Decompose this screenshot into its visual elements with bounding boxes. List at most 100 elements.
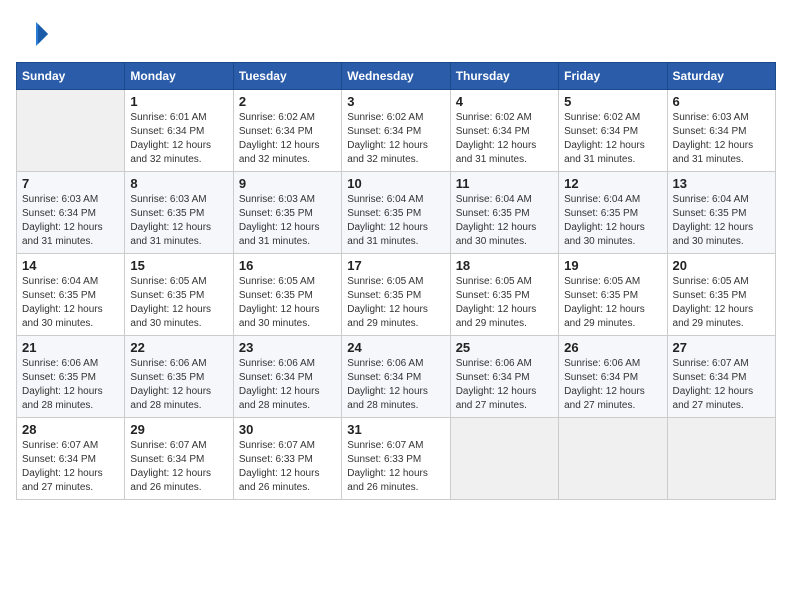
calendar-cell: 9Sunrise: 6:03 AM Sunset: 6:35 PM Daylig… xyxy=(233,172,341,254)
calendar-cell: 30 Sunrise: 6:07 AM Sunset: 6:33 PM Dayli… xyxy=(233,418,341,500)
calendar-cell: 10Sunrise: 6:04 AM Sunset: 6:35 PM Dayli… xyxy=(342,172,450,254)
day-number: 7 xyxy=(22,176,119,191)
day-number: 24 xyxy=(347,340,444,355)
calendar-cell: 8Sunrise: 6:03 AM Sunset: 6:35 PM Daylig… xyxy=(125,172,233,254)
day-info: Sunrise: 6:06 AM Sunset: 6:34 PM Dayligh… xyxy=(564,357,661,413)
day-info: Sunrise: 6:06 AM Sunset: 6:35 PM Dayligh… xyxy=(130,357,227,413)
logo-icon xyxy=(16,16,52,52)
day-info: Sunrise: 6:07 AM Sunset: 6:33 PM Dayligh… xyxy=(239,439,336,495)
day-number: 3 xyxy=(347,94,444,109)
calendar-week-5: 28 Sunrise: 6:07 AM Sunset: 6:34 PM Dayli… xyxy=(17,418,776,500)
day-number: 30 xyxy=(239,422,336,437)
calendar-cell: 21 Sunrise: 6:06 AM Sunset: 6:35 PM Dayli… xyxy=(17,336,125,418)
calendar-cell: 11 Sunrise: 6:04 AM Sunset: 6:35 PM Dayli… xyxy=(450,172,558,254)
day-number: 6 xyxy=(673,94,770,109)
calendar-cell: 6 Sunrise: 6:03 AM Sunset: 6:34 PM Daylig… xyxy=(667,90,775,172)
day-info: Sunrise: 6:02 AM Sunset: 6:34 PM Dayligh… xyxy=(564,111,661,167)
calendar-cell: 1 Sunrise: 6:01 AM Sunset: 6:34 PM Daylig… xyxy=(125,90,233,172)
day-number: 4 xyxy=(456,94,553,109)
day-number: 16 xyxy=(239,258,336,273)
day-number: 19 xyxy=(564,258,661,273)
day-number: 28 xyxy=(22,422,119,437)
day-number: 1 xyxy=(130,94,227,109)
calendar-cell: 23 Sunrise: 6:06 AM Sunset: 6:34 PM Dayli… xyxy=(233,336,341,418)
day-info: Sunrise: 6:07 AM Sunset: 6:33 PM Dayligh… xyxy=(347,439,444,495)
day-info: Sunrise: 6:07 AM Sunset: 6:34 PM Dayligh… xyxy=(130,439,227,495)
calendar-cell: 16 Sunrise: 6:05 AM Sunset: 6:35 PM Dayli… xyxy=(233,254,341,336)
calendar-cell: 29 Sunrise: 6:07 AM Sunset: 6:34 PM Dayli… xyxy=(125,418,233,500)
day-number: 2 xyxy=(239,94,336,109)
day-info: Sunrise: 6:05 AM Sunset: 6:35 PM Dayligh… xyxy=(347,275,444,331)
day-number: 27 xyxy=(673,340,770,355)
day-number: 10 xyxy=(347,176,444,191)
weekday-header-wednesday: Wednesday xyxy=(342,63,450,90)
day-number: 26 xyxy=(564,340,661,355)
day-info: Sunrise: 6:04 AM Sunset: 6:35 PM Dayligh… xyxy=(22,275,119,331)
day-info: Sunrise: 6:06 AM Sunset: 6:35 PM Dayligh… xyxy=(22,357,119,413)
calendar-cell: 13 Sunrise: 6:04 AM Sunset: 6:35 PM Dayli… xyxy=(667,172,775,254)
weekday-header-sunday: Sunday xyxy=(17,63,125,90)
day-number: 20 xyxy=(673,258,770,273)
day-info: Sunrise: 6:05 AM Sunset: 6:35 PM Dayligh… xyxy=(564,275,661,331)
day-info: Sunrise: 6:04 AM Sunset: 6:35 PM Dayligh… xyxy=(673,193,770,249)
day-info: Sunrise: 6:05 AM Sunset: 6:35 PM Dayligh… xyxy=(239,275,336,331)
day-info: Sunrise: 6:07 AM Sunset: 6:34 PM Dayligh… xyxy=(673,357,770,413)
day-number: 31 xyxy=(347,422,444,437)
calendar-cell xyxy=(17,90,125,172)
weekday-header-friday: Friday xyxy=(559,63,667,90)
day-number: 23 xyxy=(239,340,336,355)
weekday-header-monday: Monday xyxy=(125,63,233,90)
calendar-cell: 4Sunrise: 6:02 AM Sunset: 6:34 PM Daylig… xyxy=(450,90,558,172)
day-info: Sunrise: 6:01 AM Sunset: 6:34 PM Dayligh… xyxy=(130,111,227,167)
weekday-header-saturday: Saturday xyxy=(667,63,775,90)
day-number: 22 xyxy=(130,340,227,355)
calendar-cell: 27 Sunrise: 6:07 AM Sunset: 6:34 PM Dayli… xyxy=(667,336,775,418)
day-info: Sunrise: 6:04 AM Sunset: 6:35 PM Dayligh… xyxy=(456,193,553,249)
day-info: Sunrise: 6:04 AM Sunset: 6:35 PM Dayligh… xyxy=(564,193,661,249)
day-number: 14 xyxy=(22,258,119,273)
calendar-cell: 5 Sunrise: 6:02 AM Sunset: 6:34 PM Daylig… xyxy=(559,90,667,172)
calendar-cell xyxy=(667,418,775,500)
calendar-cell: 14 Sunrise: 6:04 AM Sunset: 6:35 PM Dayli… xyxy=(17,254,125,336)
weekday-header-tuesday: Tuesday xyxy=(233,63,341,90)
calendar-cell: 25Sunrise: 6:06 AM Sunset: 6:34 PM Dayli… xyxy=(450,336,558,418)
calendar-cell: 24Sunrise: 6:06 AM Sunset: 6:34 PM Dayli… xyxy=(342,336,450,418)
calendar-cell xyxy=(450,418,558,500)
day-info: Sunrise: 6:03 AM Sunset: 6:34 PM Dayligh… xyxy=(22,193,119,249)
day-number: 12 xyxy=(564,176,661,191)
day-number: 29 xyxy=(130,422,227,437)
day-number: 25 xyxy=(456,340,553,355)
calendar-cell: 15 Sunrise: 6:05 AM Sunset: 6:35 PM Dayli… xyxy=(125,254,233,336)
day-number: 15 xyxy=(130,258,227,273)
calendar-table: SundayMondayTuesdayWednesdayThursdayFrid… xyxy=(16,62,776,500)
day-info: Sunrise: 6:02 AM Sunset: 6:34 PM Dayligh… xyxy=(347,111,444,167)
page-header xyxy=(16,16,776,52)
day-number: 18 xyxy=(456,258,553,273)
weekday-header-thursday: Thursday xyxy=(450,63,558,90)
calendar-cell: 3 Sunrise: 6:02 AM Sunset: 6:34 PM Daylig… xyxy=(342,90,450,172)
logo xyxy=(16,16,56,52)
calendar-cell: 17Sunrise: 6:05 AM Sunset: 6:35 PM Dayli… xyxy=(342,254,450,336)
day-info: Sunrise: 6:05 AM Sunset: 6:35 PM Dayligh… xyxy=(673,275,770,331)
day-info: Sunrise: 6:02 AM Sunset: 6:34 PM Dayligh… xyxy=(239,111,336,167)
calendar-week-4: 21 Sunrise: 6:06 AM Sunset: 6:35 PM Dayli… xyxy=(17,336,776,418)
calendar-cell: 18 Sunrise: 6:05 AM Sunset: 6:35 PM Dayli… xyxy=(450,254,558,336)
day-info: Sunrise: 6:05 AM Sunset: 6:35 PM Dayligh… xyxy=(130,275,227,331)
day-number: 21 xyxy=(22,340,119,355)
calendar-week-2: 7 Sunrise: 6:03 AM Sunset: 6:34 PM Daylig… xyxy=(17,172,776,254)
calendar-cell: 28Sunrise: 6:07 AM Sunset: 6:34 PM Dayli… xyxy=(17,418,125,500)
day-number: 9 xyxy=(239,176,336,191)
calendar-cell: 26 Sunrise: 6:06 AM Sunset: 6:34 PM Dayli… xyxy=(559,336,667,418)
calendar-cell: 12 Sunrise: 6:04 AM Sunset: 6:35 PM Dayli… xyxy=(559,172,667,254)
day-number: 8 xyxy=(130,176,227,191)
calendar-cell xyxy=(559,418,667,500)
day-info: Sunrise: 6:03 AM Sunset: 6:34 PM Dayligh… xyxy=(673,111,770,167)
day-number: 5 xyxy=(564,94,661,109)
day-info: Sunrise: 6:05 AM Sunset: 6:35 PM Dayligh… xyxy=(456,275,553,331)
calendar-cell: 31 Sunrise: 6:07 AM Sunset: 6:33 PM Dayli… xyxy=(342,418,450,500)
calendar-cell: 20 Sunrise: 6:05 AM Sunset: 6:35 PM Dayli… xyxy=(667,254,775,336)
day-info: Sunrise: 6:06 AM Sunset: 6:34 PM Dayligh… xyxy=(239,357,336,413)
day-number: 11 xyxy=(456,176,553,191)
calendar-cell: 19 Sunrise: 6:05 AM Sunset: 6:35 PM Dayli… xyxy=(559,254,667,336)
day-number: 13 xyxy=(673,176,770,191)
